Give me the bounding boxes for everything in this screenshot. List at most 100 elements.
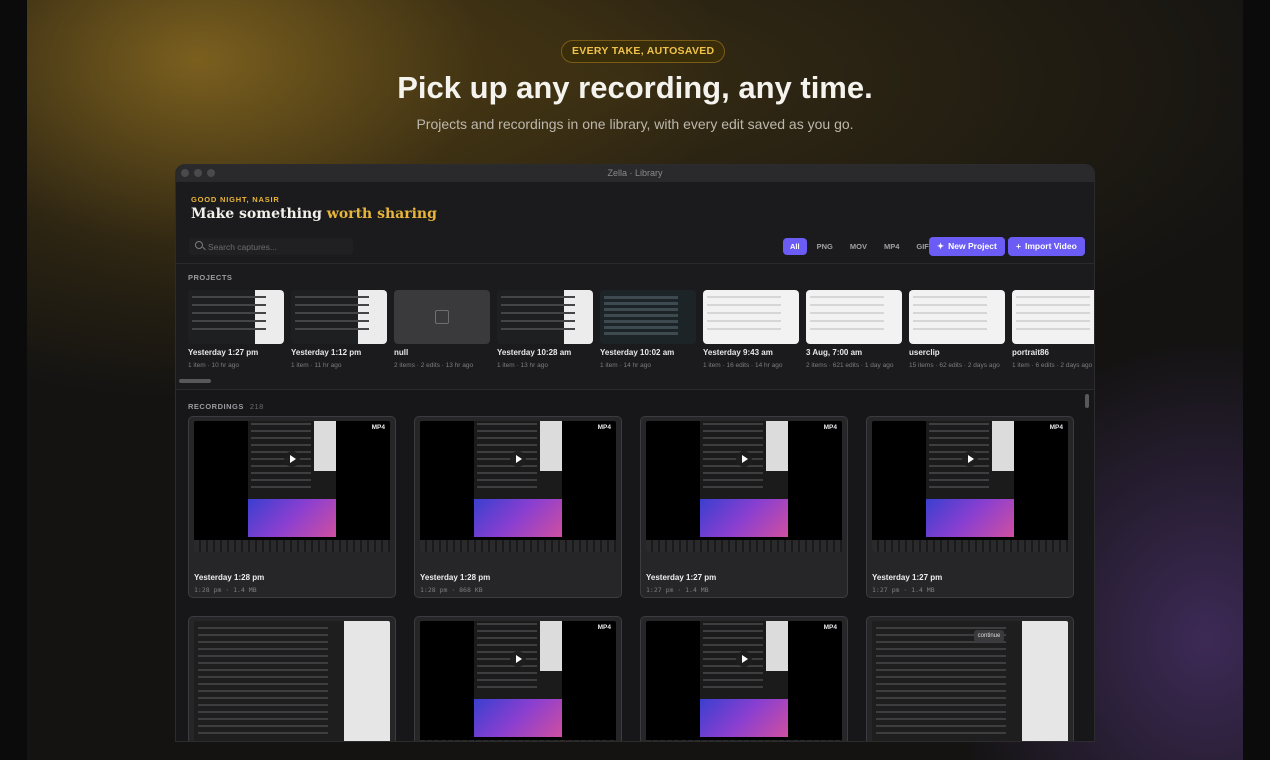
thumbnail-content <box>810 296 884 336</box>
recording-name: Yesterday 1:27 pm <box>872 573 943 582</box>
play-icon[interactable] <box>736 451 752 467</box>
project-card[interactable]: Yesterday 10:28 am 1 item · 13 hr ago <box>497 290 593 370</box>
play-icon[interactable] <box>736 651 752 667</box>
window-titlebar: Zella · Library <box>176 165 1094 182</box>
screen-capture-preview <box>700 621 788 737</box>
project-thumbnail <box>600 290 696 344</box>
preview-dock <box>248 499 336 537</box>
project-meta: 1 item · 13 hr ago <box>497 362 548 369</box>
preview-side <box>314 421 336 471</box>
search-input[interactable] <box>208 238 348 255</box>
project-name: Yesterday 1:27 pm <box>188 348 259 357</box>
recording-card[interactable]: MP4 <box>640 616 848 741</box>
project-thumbnail <box>497 290 593 344</box>
page-title: Make something worth sharing <box>191 206 437 222</box>
play-icon[interactable] <box>284 451 300 467</box>
project-meta: 1 item · 11 hr ago <box>291 362 342 369</box>
recording-thumbnail <box>194 421 390 552</box>
project-name: null <box>394 348 409 357</box>
timeline-strip <box>194 540 390 552</box>
recording-card[interactable]: MP4 Yesterday 1:28 pm 1:28 pm · 1.4 MB <box>188 416 396 598</box>
project-card[interactable]: null 2 items · 2 edits · 13 hr ago <box>394 290 490 370</box>
plus-icon: + <box>1016 241 1021 251</box>
recording-card[interactable] <box>188 616 396 741</box>
hero-subtitle: Projects and recordings in one library, … <box>416 116 854 132</box>
preview-dock <box>700 699 788 737</box>
project-card[interactable]: Yesterday 1:27 pm 1 item · 10 hr ago <box>188 290 284 370</box>
play-icon[interactable] <box>510 651 526 667</box>
project-name: Yesterday 10:28 am <box>497 348 572 357</box>
preview-lines <box>198 627 328 737</box>
project-meta: 1 item · 10 hr ago <box>188 362 239 369</box>
window-title: Zella · Library <box>607 168 663 178</box>
format-tag: MP4 <box>597 624 611 631</box>
screen-capture-preview <box>474 621 562 737</box>
recording-thumbnail <box>420 621 616 741</box>
recording-name: Yesterday 1:28 pm <box>420 573 491 582</box>
project-card[interactable]: 3 Aug, 7:00 am 2 items · 621 edits · 1 da… <box>806 290 902 370</box>
recording-card[interactable]: MP4 <box>414 616 622 741</box>
project-card[interactable]: Yesterday 1:12 pm 1 item · 11 hr ago <box>291 290 387 370</box>
project-name: Yesterday 1:12 pm <box>291 348 362 357</box>
filter-mp4[interactable]: MP4 <box>877 238 906 255</box>
recording-thumbnail <box>646 421 842 552</box>
project-name: Yesterday 9:43 am <box>703 348 773 357</box>
screen-capture-preview <box>700 421 788 537</box>
recordings-section: RECORDINGS 218 MP4 Yesterday 1:28 pm 1:28 p… <box>176 389 1094 741</box>
recording-meta: 1:28 pm · 1.4 MB <box>194 586 257 594</box>
recording-card[interactable]: MP4 Yesterday 1:27 pm 1:27 pm · 1.4 MB <box>866 416 1074 598</box>
filter-mov[interactable]: MOV <box>843 238 874 255</box>
import-video-button[interactable]: + Import Video <box>1008 237 1085 256</box>
format-tag: MP4 <box>823 624 837 631</box>
search-box[interactable] <box>189 238 353 255</box>
new-project-button[interactable]: ✦ New Project <box>929 237 1005 256</box>
filter-png[interactable]: PNG <box>810 238 840 255</box>
project-thumbnail <box>394 290 490 344</box>
preview-lines <box>477 423 537 491</box>
project-thumbnail <box>703 290 799 344</box>
recordings-vertical-scrollbar[interactable] <box>1085 394 1089 408</box>
screen-capture-preview <box>926 421 1014 537</box>
recording-card[interactable]: MP4 Yesterday 1:27 pm 1:27 pm · 1.4 MB <box>640 416 848 598</box>
filter-all[interactable]: All <box>783 238 807 255</box>
recording-card[interactable]: MP4 Yesterday 1:28 pm 1:28 pm · 868 KB <box>414 416 622 598</box>
sparkle-icon: ✦ <box>937 241 945 251</box>
preview-dock <box>474 499 562 537</box>
hero-headline: Pick up any recording, any time. <box>397 70 873 105</box>
format-tag: MP4 <box>597 424 611 431</box>
timeline-strip <box>420 740 616 741</box>
project-thumbnail <box>1012 290 1094 344</box>
recording-name: Yesterday 1:27 pm <box>646 573 717 582</box>
library-window: Zella · Library GOOD NIGHT, NASIR Make s… <box>175 164 1095 742</box>
thumbnail-content <box>501 296 575 336</box>
project-card[interactable]: userclip 15 items · 62 edits · 2 days ago <box>909 290 1005 370</box>
preview-side <box>766 621 788 671</box>
project-meta: 1 item · 16 edits · 14 hr ago <box>703 362 783 369</box>
projects-horizontal-scrollbar[interactable] <box>179 379 211 383</box>
format-tag: MP4 <box>371 424 385 431</box>
import-video-label: Import Video <box>1024 241 1077 251</box>
recording-thumbnail <box>872 421 1068 552</box>
recording-meta: 1:28 pm · 868 KB <box>420 586 483 594</box>
timeline-strip <box>872 540 1068 552</box>
project-thumbnail <box>188 290 284 344</box>
play-icon[interactable] <box>510 451 526 467</box>
thumbnail-content <box>913 296 987 336</box>
preview-side <box>540 621 562 671</box>
preview-dock <box>474 699 562 737</box>
project-card[interactable]: Yesterday 10:02 am 1 item · 14 hr ago <box>600 290 696 370</box>
play-icon[interactable] <box>962 451 978 467</box>
thumbnail-content <box>1016 296 1090 336</box>
preview-lines <box>703 623 763 691</box>
format-tag: MP4 <box>1049 424 1063 431</box>
thumbnail-content <box>707 296 781 336</box>
preview-side <box>766 421 788 471</box>
thumbnail-content <box>192 296 266 336</box>
recording-card[interactable]: continue <box>866 616 1074 741</box>
project-name: portrait86 <box>1012 348 1049 357</box>
greeting: GOOD NIGHT, NASIR <box>191 195 280 204</box>
search-icon <box>195 241 203 249</box>
project-card[interactable]: portrait86 1 item · 6 edits · 2 days ago <box>1012 290 1094 370</box>
project-card[interactable]: Yesterday 9:43 am 1 item · 16 edits · 14 … <box>703 290 799 370</box>
project-name: 3 Aug, 7:00 am <box>806 348 863 357</box>
